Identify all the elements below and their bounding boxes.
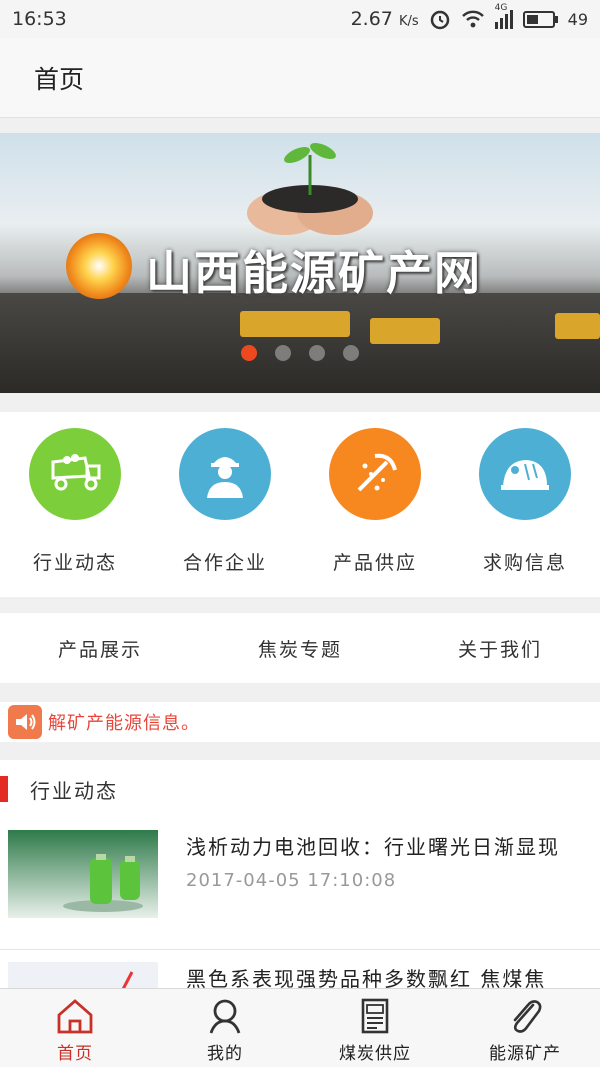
- carousel-dot[interactable]: [343, 345, 359, 361]
- section-title: 行业动态: [30, 778, 118, 803]
- nav-label: 煤炭供应: [339, 1044, 411, 1064]
- carousel-dot[interactable]: [275, 345, 291, 361]
- speaker-icon: [8, 705, 42, 739]
- section-header: 行业动态: [0, 760, 600, 818]
- nav-energy-minerals[interactable]: 能源矿产: [450, 989, 600, 1067]
- link-coke-topic[interactable]: 焦炭专题: [200, 635, 400, 662]
- nav-home[interactable]: 首页: [0, 989, 150, 1067]
- site-logo: [66, 233, 132, 299]
- title-bar: 首页: [0, 38, 600, 118]
- nav-label: 首页: [57, 1044, 93, 1064]
- category-partner-companies[interactable]: 合作企业: [150, 412, 300, 597]
- truck-image: [370, 318, 440, 344]
- supply-document-icon: [361, 998, 389, 1034]
- user-icon: [209, 999, 241, 1034]
- notice-text: 解矿产能源信息。: [48, 713, 200, 734]
- chart-thumbnail: [8, 962, 158, 990]
- dump-truck-icon: [29, 428, 121, 520]
- news-title: 浅析动力电池回收：行业曙光日渐显现: [186, 835, 560, 859]
- battery-level: 49: [567, 9, 588, 29]
- wifi-icon: [461, 10, 484, 28]
- news-time: 2017-04-05 17:10:08: [186, 870, 397, 891]
- news-section: 行业动态 浅析动力电池回收：行业曙光日渐显现 2017-04-05 17:10:…: [0, 760, 600, 990]
- category-label: 求购信息: [482, 552, 567, 574]
- category-label: 行业动态: [32, 552, 117, 574]
- quick-links: 产品展示 焦炭专题 关于我们: [0, 613, 600, 683]
- pickaxe-icon: [329, 428, 421, 520]
- worker-helmet-icon: [179, 428, 271, 520]
- nav-mine[interactable]: 我的: [150, 989, 300, 1067]
- section-accent-bar: [0, 776, 8, 802]
- category-label: 合作企业: [182, 552, 267, 574]
- paperclip-icon: [513, 1000, 542, 1033]
- link-about-us[interactable]: 关于我们: [400, 635, 600, 662]
- status-time: 16:53: [12, 8, 67, 30]
- category-industry-news[interactable]: 行业动态: [0, 412, 150, 597]
- mining-helmet-icon: [479, 428, 571, 520]
- truck-image: [555, 313, 600, 339]
- hands-seedling-image: [247, 142, 373, 235]
- news-title: 黑色系表现强势品种多数飘红 焦煤焦: [186, 967, 547, 990]
- home-icon: [57, 999, 93, 1034]
- battery-icon: [522, 10, 558, 28]
- status-indicators: 2.67 K/s 4G 49: [350, 3, 588, 31]
- nav-coal-supply[interactable]: 煤炭供应: [300, 989, 450, 1067]
- notice-bar[interactable]: 解矿产能源信息。: [0, 702, 600, 742]
- nav-label: 能源矿产: [489, 1044, 561, 1064]
- carousel-dot[interactable]: [241, 345, 257, 361]
- alarm-icon: [430, 10, 449, 30]
- carousel-dot[interactable]: [309, 345, 325, 361]
- banner-title: 山西能源矿产网: [146, 246, 482, 300]
- network-speed: 2.67 K/s: [350, 8, 419, 30]
- category-label: 产品供应: [332, 552, 417, 574]
- news-item[interactable]: 浅析动力电池回收：行业曙光日渐显现 2017-04-05 17:10:08: [0, 818, 600, 950]
- coal-field-image: [0, 293, 600, 393]
- carousel-indicators: [241, 345, 359, 361]
- truck-image: [240, 311, 350, 337]
- category-product-supply[interactable]: 产品供应: [300, 412, 450, 597]
- signal-icon: 4G: [494, 3, 513, 29]
- battery-thumbnail: [8, 830, 158, 918]
- category-purchase-info[interactable]: 求购信息: [450, 412, 600, 597]
- link-product-display[interactable]: 产品展示: [0, 635, 200, 662]
- news-item[interactable]: 黑色系表现强势品种多数飘红 焦煤焦: [0, 950, 600, 990]
- category-grid: 行业动态 合作企业 产品供应 求购信息: [0, 412, 600, 597]
- status-bar: 16:53 2.67 K/s 4G 49: [0, 0, 600, 38]
- bottom-nav: 首页 我的 煤炭供应 能源矿产: [0, 988, 600, 1067]
- nav-label: 我的: [207, 1044, 243, 1064]
- page-title: 首页: [34, 64, 85, 94]
